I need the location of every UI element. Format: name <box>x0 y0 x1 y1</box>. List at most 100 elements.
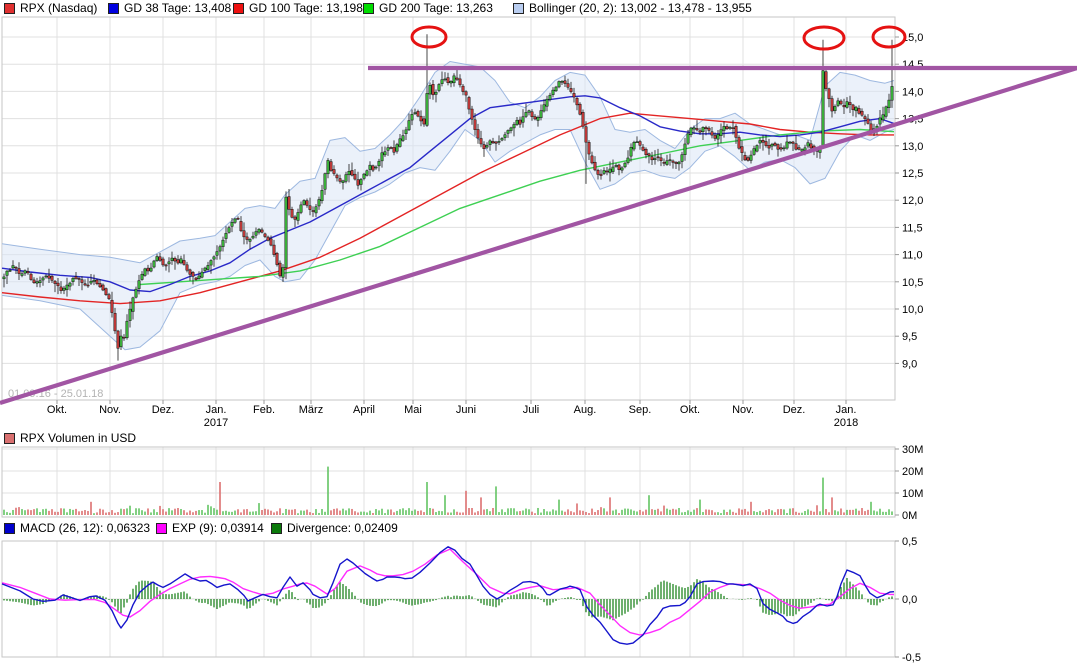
candle-body <box>345 175 347 182</box>
legend-label: GD 100 Tage: 13,198 <box>249 1 363 15</box>
divergence-swatch-icon <box>271 523 282 534</box>
candle-body <box>237 218 239 219</box>
stock-chart-canvas: 15,014,514,013,513,012,512,011,511,010,5… <box>0 0 1077 670</box>
y-axis-label: 10,0 <box>902 304 923 316</box>
y-axis-label: 14,0 <box>902 86 923 98</box>
candle-body <box>282 267 284 277</box>
candle-body <box>306 201 308 206</box>
candle-body <box>399 139 401 147</box>
candle-body <box>69 283 71 286</box>
y-axis-label: 10,5 <box>902 277 923 289</box>
candle-body <box>162 259 164 265</box>
candle-body <box>696 128 698 130</box>
candle-body <box>336 175 338 178</box>
candle-body <box>72 278 74 281</box>
x-axis-label: Nov. <box>732 404 754 416</box>
candle-body <box>57 283 59 286</box>
candle-body <box>750 155 752 160</box>
candle-body <box>582 112 584 126</box>
candle-body <box>795 144 797 150</box>
candle-body <box>432 84 434 95</box>
candle-body <box>600 174 602 175</box>
candle-body <box>267 237 269 240</box>
x-axis-label: Nov. <box>99 404 121 416</box>
candle-body <box>330 162 332 171</box>
candle-body <box>363 174 365 178</box>
candle-body <box>381 153 383 161</box>
candle-body <box>546 99 548 106</box>
legend-label: RPX (Nasdaq) <box>20 1 97 15</box>
candle-body <box>411 114 413 120</box>
candle-body <box>81 280 83 283</box>
candle-body <box>291 209 293 217</box>
candle-body <box>261 230 263 232</box>
candle-body <box>753 149 755 155</box>
candle-body <box>474 120 476 130</box>
candle-body <box>483 145 485 149</box>
candle-body <box>714 135 716 138</box>
candle-body <box>786 142 788 148</box>
candle-body <box>846 102 848 108</box>
candle-body <box>258 229 260 232</box>
candle-body <box>540 111 542 118</box>
gd38-swatch-icon <box>108 3 119 14</box>
candle-body <box>36 282 38 283</box>
candle-body <box>435 92 437 94</box>
candle-body <box>759 141 761 144</box>
breakout-circles <box>412 27 905 49</box>
candle-body <box>828 89 830 99</box>
x-axis-year-label: 2017 <box>204 417 228 429</box>
candle-body <box>402 136 404 141</box>
x-axis-label: Okt. <box>680 404 700 416</box>
legend-label: GD 38 Tage: 13,408 <box>124 1 231 15</box>
candle-body <box>117 331 119 348</box>
chart-application: 15,014,514,013,513,012,512,011,511,010,5… <box>0 0 1077 670</box>
candle-body <box>885 107 887 117</box>
candle-body <box>213 257 215 259</box>
candle-body <box>471 109 473 119</box>
candle-body <box>384 152 386 155</box>
candle-body <box>447 78 449 83</box>
candle-body <box>138 281 140 289</box>
candle-body <box>621 168 623 170</box>
candle-body <box>690 128 692 135</box>
gd100-swatch-icon <box>233 3 244 14</box>
candle-body <box>660 158 662 161</box>
y-axis-label: 9,0 <box>902 358 917 370</box>
candle-body <box>504 135 506 138</box>
candle-body <box>579 104 581 114</box>
y-axis-label: 11,5 <box>902 222 923 234</box>
panel-border <box>2 447 895 517</box>
candle-body <box>207 265 209 269</box>
candle-body <box>252 236 254 238</box>
candle-body <box>342 181 344 183</box>
candle-body <box>93 280 95 281</box>
candle-body <box>747 158 749 161</box>
candle-body <box>30 274 32 280</box>
x-axis-label: Aug. <box>574 404 597 416</box>
candle-body <box>477 129 479 138</box>
candle-body <box>771 144 773 146</box>
candle-body <box>843 105 845 107</box>
candle-body <box>216 252 218 256</box>
candle-body <box>105 289 107 295</box>
candle-body <box>852 105 854 110</box>
y-axis-label: 20M <box>902 466 923 478</box>
candle-body <box>75 277 77 279</box>
candle-body <box>729 127 731 128</box>
candle-body <box>324 174 326 190</box>
candle-body <box>285 197 287 268</box>
bollinger-band <box>2 62 894 350</box>
macd-legend: MACD (26, 12): 0,06323 EXP (9): 0,03914 … <box>0 521 1077 537</box>
candle-body <box>423 119 425 124</box>
candle-body <box>528 111 530 112</box>
candle-body <box>48 276 50 279</box>
candle-body <box>807 143 809 146</box>
candle-body <box>39 281 41 283</box>
candle-body <box>489 141 491 145</box>
legend-label: Bollinger (20, 2): 13,002 - 13,478 - 13,… <box>529 1 752 15</box>
candle-body <box>594 162 596 170</box>
candle-body <box>756 146 758 152</box>
candle-body <box>84 284 86 285</box>
volume-swatch-icon <box>4 433 15 444</box>
